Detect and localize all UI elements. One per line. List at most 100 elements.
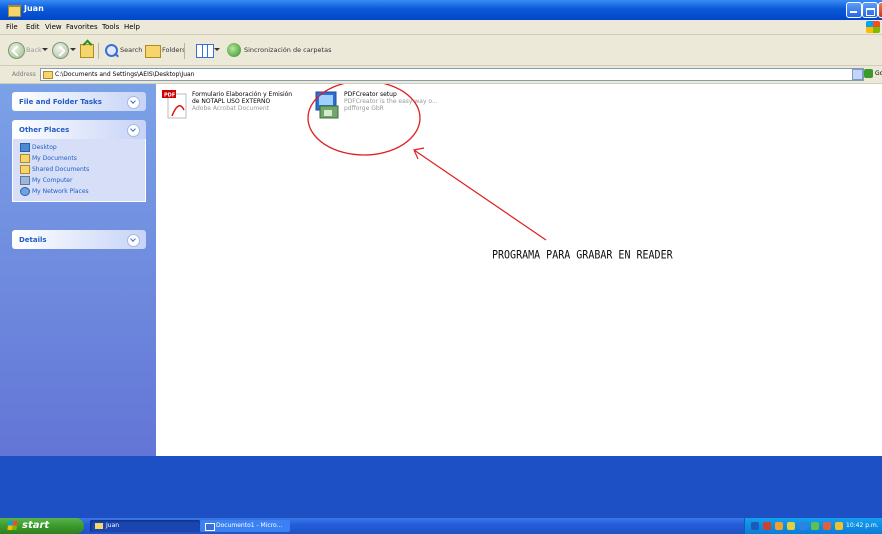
back-button[interactable] [8, 42, 25, 59]
other-places-header[interactable]: Other Places [12, 120, 146, 139]
go-button[interactable]: Go [875, 70, 882, 77]
task-pane: File and Folder Tasks Other Places Deskt… [0, 84, 156, 456]
expand-icon[interactable] [127, 234, 140, 247]
search-button[interactable]: Search [120, 46, 142, 54]
menu-tools[interactable]: Tools [102, 23, 119, 31]
shared-documents-icon [20, 165, 30, 174]
menu-bar: File Edit View Favorites Tools Help [0, 20, 882, 35]
menu-file[interactable]: File [6, 23, 18, 31]
file-list[interactable]: PDF Formulario Elaboración y Emisión de … [156, 84, 882, 456]
minimize-button[interactable] [846, 2, 862, 18]
place-shared-documents[interactable]: Shared Documents [13, 164, 145, 175]
close-button[interactable] [878, 2, 882, 18]
place-label: My Computer [32, 177, 73, 184]
taskbar-item-label: Juan [106, 522, 120, 529]
annotation-layer [307, 84, 547, 241]
toolbar-separator [184, 43, 185, 59]
installer-icon [315, 91, 339, 119]
volume-icon[interactable] [835, 522, 843, 530]
address-dropdown-button[interactable] [852, 69, 863, 80]
place-label: My Documents [32, 155, 77, 162]
svg-text:PDF: PDF [164, 93, 175, 99]
expand-icon[interactable] [127, 96, 140, 109]
window-title: Juan [24, 4, 44, 13]
tray-app-icon[interactable] [775, 522, 783, 530]
other-places-panel: Other Places Desktop My Documents Shared… [12, 120, 146, 202]
windows-logo-icon [866, 21, 880, 33]
start-label: start [22, 520, 50, 531]
annotation-arrow-head [413, 147, 425, 160]
forward-dropdown-icon[interactable] [70, 48, 76, 51]
tray-app-icon[interactable] [763, 522, 771, 530]
my-computer-icon [20, 176, 30, 185]
file-folder-tasks-panel: File and Folder Tasks [12, 92, 146, 111]
word-icon [205, 523, 215, 531]
taskbar: start Juan Documento1 - Micro... 10:42 p… [0, 518, 882, 534]
place-network-places[interactable]: My Network Places [13, 186, 145, 197]
clock[interactable]: 10:42 p.m. [846, 522, 879, 529]
sync-icon[interactable] [227, 43, 241, 57]
panel-title: Other Places [19, 126, 70, 134]
collapse-icon[interactable] [127, 124, 140, 137]
desktop-background [0, 456, 882, 518]
pdf-document-icon: PDF [162, 90, 187, 119]
panel-title: File and Folder Tasks [19, 98, 102, 106]
search-icon[interactable] [105, 44, 118, 57]
title-bar[interactable]: Juan [0, 0, 882, 20]
taskbar-item-juan[interactable]: Juan [90, 520, 200, 532]
network-icon[interactable] [799, 522, 807, 530]
taskbar-item-word[interactable]: Documento1 - Micro... [200, 520, 290, 532]
menu-edit[interactable]: Edit [26, 23, 40, 31]
maximize-icon [866, 8, 875, 16]
toolbar: Back Search Folders Sincronización de ca… [0, 35, 882, 66]
views-icon[interactable] [196, 44, 214, 58]
details-panel: Details [12, 230, 146, 249]
folders-icon[interactable] [145, 45, 161, 58]
views-dropdown-icon[interactable] [214, 48, 220, 51]
up-folder-icon[interactable] [80, 44, 94, 58]
details-header[interactable]: Details [12, 230, 146, 249]
file-item-pdf[interactable]: PDF Formulario Elaboración y Emisión de … [162, 90, 312, 126]
place-label: Desktop [32, 144, 57, 151]
go-icon[interactable] [864, 69, 873, 78]
back-label: Back [26, 46, 42, 54]
address-input[interactable]: C:\Documents and Settings\AEIS\Desktop\J… [40, 68, 864, 81]
file-item-pdfcreator[interactable]: PDFCreator setup PDFCreator is the easy … [314, 90, 444, 126]
place-label: My Network Places [32, 188, 89, 195]
language-icon[interactable] [751, 522, 759, 530]
desktop-icon [20, 143, 30, 152]
place-my-computer[interactable]: My Computer [13, 175, 145, 186]
place-label: Shared Documents [32, 166, 90, 173]
file-folder-tasks-header[interactable]: File and Folder Tasks [12, 92, 146, 111]
menu-help[interactable]: Help [124, 23, 140, 31]
file-type: Adobe Acrobat Document [192, 105, 270, 112]
file-name: de NOTAPL USO EXTERNO [192, 98, 271, 105]
network-places-icon [20, 187, 30, 196]
place-desktop[interactable]: Desktop [13, 142, 145, 153]
tray-app-icon[interactable] [787, 522, 795, 530]
file-type: pdfforge GbR [344, 105, 384, 112]
address-bar: Address C:\Documents and Settings\AEIS\D… [0, 66, 882, 84]
folder-icon [8, 5, 21, 17]
address-value: C:\Documents and Settings\AEIS\Desktop\J… [55, 71, 195, 78]
file-name: PDFCreator setup [344, 91, 397, 98]
address-label: Address [12, 71, 36, 78]
file-name: Formulario Elaboración y Emisión [192, 91, 293, 98]
taskbar-item-label: Documento1 - Micro... [216, 522, 283, 529]
annotation-arrow-line [413, 149, 547, 241]
start-button[interactable]: start [0, 518, 84, 534]
folder-icon [43, 71, 53, 79]
folders-button[interactable]: Folders [162, 46, 185, 54]
maximize-button[interactable] [862, 2, 878, 18]
place-my-documents[interactable]: My Documents [13, 153, 145, 164]
back-dropdown-icon[interactable] [42, 48, 48, 51]
system-tray: 10:42 p.m. [744, 518, 882, 534]
menu-favorites[interactable]: Favorites [66, 23, 98, 31]
tray-app-icon[interactable] [823, 522, 831, 530]
folder-icon [95, 523, 103, 529]
forward-button[interactable] [52, 42, 69, 59]
menu-view[interactable]: View [45, 23, 62, 31]
file-description: PDFCreator is the easy way o... [344, 98, 438, 105]
sync-folders-button[interactable]: Sincronización de carpetas [244, 46, 331, 54]
tray-app-icon[interactable] [811, 522, 819, 530]
